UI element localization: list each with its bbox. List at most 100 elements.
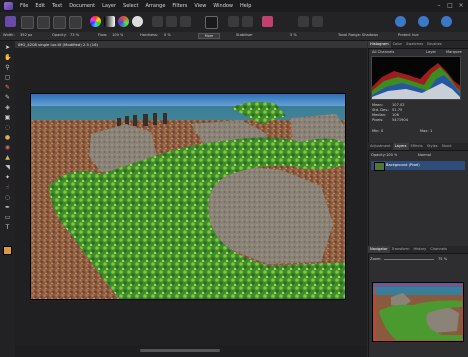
width-value[interactable]: 392 px [20, 33, 32, 38]
selection-mode-icon[interactable] [205, 16, 218, 29]
minimize-icon[interactable]: – [435, 2, 443, 9]
flood-select-tool-icon[interactable]: ◈ [4, 104, 11, 111]
export-persona-icon[interactable] [69, 16, 82, 29]
scrollbar-thumb[interactable] [140, 349, 220, 352]
min-value[interactable]: 0 [381, 129, 383, 134]
menu-filters[interactable]: Filters [172, 3, 187, 9]
menu-window[interactable]: Window [213, 3, 233, 9]
maximize-icon[interactable]: □ [446, 2, 454, 9]
develop-persona-icon[interactable] [37, 16, 50, 29]
tone-mapping-persona-icon[interactable] [53, 16, 66, 29]
blur-tool-icon[interactable]: ◌ [4, 194, 11, 201]
levels-icon[interactable] [104, 16, 115, 27]
zoom-tool-icon[interactable]: ⚲ [4, 64, 11, 71]
photo-persona-icon[interactable] [5, 16, 16, 27]
red-eye-tool-icon[interactable]: ◉ [4, 144, 11, 151]
protect-hue-checkbox[interactable]: Protect hue [398, 33, 419, 38]
snapping-icon[interactable] [312, 16, 323, 27]
auto-contrast-icon[interactable] [166, 16, 177, 27]
gradient-tool-icon[interactable]: ◥ [4, 164, 11, 171]
channel-select[interactable]: All Channels [372, 50, 394, 55]
menu-document[interactable]: Document [69, 3, 95, 9]
layer-option[interactable]: Layer [426, 50, 436, 55]
main-menu: File Edit Text Document Layer Select Arr… [20, 3, 251, 9]
layer-row[interactable]: Background (Pixel) [371, 161, 465, 171]
hardness-value[interactable]: 0 % [164, 33, 171, 38]
fill-tool-icon[interactable]: ▲ [4, 154, 11, 161]
stabiliser-toggle[interactable]: Stabiliser [236, 33, 253, 38]
pen-tool-icon[interactable]: ✒ [4, 204, 11, 211]
quick-mask-icon[interactable] [228, 16, 239, 27]
layer-opacity-value[interactable]: 100 % [386, 153, 397, 158]
navigator-panel-tabs: Navigator Transform History Channels [368, 246, 468, 254]
tab-adjustment[interactable]: Adjustment [368, 143, 393, 150]
foreground-color-swatch[interactable] [3, 246, 12, 255]
tab-histogram[interactable]: Histogram [368, 41, 391, 48]
menu-file[interactable]: File [20, 3, 28, 9]
navigator-thumbnail[interactable] [372, 282, 464, 342]
tab-styles[interactable]: Styles [425, 143, 440, 150]
photo-content [31, 94, 345, 299]
inpainting-tool-icon[interactable]: ✦ [4, 174, 11, 181]
beach-photo[interactable] [30, 93, 346, 300]
menu-arrange[interactable]: Arrange [145, 3, 165, 9]
max-value[interactable]: 1 [430, 129, 432, 134]
tab-swatches[interactable]: Swatches [404, 41, 425, 48]
share-icon[interactable] [441, 16, 452, 27]
marquee-tool-icon[interactable]: ▣ [4, 114, 11, 121]
clone-tool-icon[interactable]: ◌ [4, 124, 11, 131]
blend-mode-select[interactable]: Normal [418, 153, 431, 158]
studio-icon[interactable] [418, 16, 429, 27]
tab-transform[interactable]: Transform [390, 246, 412, 253]
marquee-option[interactable]: Marquee [446, 50, 462, 55]
tab-stock[interactable]: Stock [440, 143, 454, 150]
auto-colors-icon[interactable] [180, 16, 191, 27]
window-controls: – □ × [435, 2, 465, 9]
selection-brush-tool-icon[interactable]: ✎ [4, 94, 11, 101]
view-tool-icon[interactable]: ✋ [4, 54, 11, 61]
smudge-tool-icon[interactable]: ☝ [4, 184, 11, 191]
brush-icon[interactable] [262, 16, 273, 27]
menu-help[interactable]: Help [240, 3, 251, 9]
tab-history[interactable]: History [411, 246, 428, 253]
strength-value[interactable]: 5 % [290, 33, 297, 38]
flow-value[interactable]: 100 % [112, 33, 123, 38]
tab-color[interactable]: Color [391, 41, 404, 48]
menu-layer[interactable]: Layer [102, 3, 116, 9]
zoom-slider[interactable] [384, 259, 434, 260]
assistant-icon[interactable] [298, 16, 309, 27]
arrange-icon[interactable] [395, 16, 406, 27]
tab-channels[interactable]: Channels [428, 246, 449, 253]
document-title: IMG_4208 single lux.tif (Modified) 2.5 (… [18, 42, 98, 47]
dodge-tool-icon[interactable]: ● [4, 134, 11, 141]
menu-view[interactable]: View [194, 3, 206, 9]
hardness-label: Hardness: [140, 33, 159, 37]
tab-navigator[interactable]: Navigator [368, 246, 390, 253]
histogram-graph [371, 56, 461, 100]
text-tool-icon[interactable]: T [4, 224, 11, 231]
more-button[interactable]: More [198, 33, 220, 39]
zoom-value[interactable]: 75 % [438, 257, 447, 262]
move-tool-icon[interactable]: ➤ [4, 44, 11, 51]
shape-tool-icon[interactable]: ▭ [4, 214, 11, 221]
liquify-persona-icon[interactable] [21, 16, 34, 29]
crop-tool-icon[interactable]: ▢ [4, 74, 11, 81]
close-icon[interactable]: × [457, 2, 465, 9]
paint-brush-tool-icon[interactable]: ✎ [4, 84, 11, 91]
refine-selection-icon[interactable] [242, 16, 253, 27]
opacity-value[interactable]: 73 % [70, 33, 79, 38]
menu-edit[interactable]: Edit [35, 3, 45, 9]
menu-text[interactable]: Text [52, 3, 62, 9]
curves-icon[interactable] [118, 16, 129, 27]
tab-layers[interactable]: Layers [392, 143, 409, 150]
auto-levels-icon[interactable] [152, 16, 163, 27]
menu-select[interactable]: Select [123, 3, 138, 9]
width-label: Width: [3, 33, 15, 37]
context-toolbar: Width: 392 px Opacity: 73 % Flow: 100 % … [0, 32, 468, 41]
color-wheel-icon[interactable] [90, 16, 101, 27]
tonal-range-select[interactable]: Shadows [362, 33, 378, 38]
tab-brushes[interactable]: Brushes [425, 41, 443, 48]
tab-effects[interactable]: Effects [409, 143, 425, 150]
white-balance-icon[interactable] [132, 16, 143, 27]
flow-label: Flow: [98, 33, 108, 37]
